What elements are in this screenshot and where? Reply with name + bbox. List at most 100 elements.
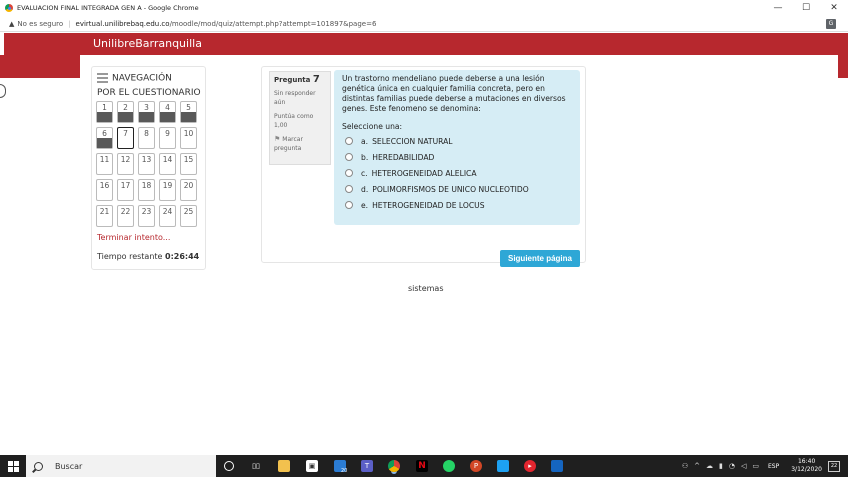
- quiz-nav-button[interactable]: 19: [159, 179, 176, 201]
- quiz-nav-button[interactable]: 12: [117, 153, 134, 175]
- quiz-nav-number: 8: [144, 129, 149, 138]
- flag-icon[interactable]: ⚑: [274, 135, 280, 144]
- answer-radio[interactable]: [345, 137, 353, 145]
- window-controls: — ☐ ✕: [764, 0, 848, 16]
- answer-letter: d.: [361, 184, 369, 194]
- answer-option[interactable]: a. SELECCION NATURAL: [342, 133, 572, 149]
- twitter-icon[interactable]: [497, 460, 509, 472]
- answer-radio[interactable]: [345, 201, 353, 209]
- quiz-nav-button[interactable]: 7: [117, 127, 134, 149]
- side-panel-handle[interactable]: [0, 84, 6, 98]
- answer-text[interactable]: HETEROGENEIDAD DE LOCUS: [372, 201, 484, 210]
- chrome-icon: [5, 4, 13, 12]
- quiz-nav-button[interactable]: 24: [159, 205, 176, 227]
- quiz-nav-button[interactable]: 4: [159, 101, 176, 123]
- answer-letter: a.: [361, 136, 369, 146]
- quiz-nav-button[interactable]: 15: [180, 153, 197, 175]
- answer-text[interactable]: POLIMORFISMOS DE UNICO NUCLEOTIDO: [372, 185, 529, 194]
- quiz-nav-button[interactable]: 1: [96, 101, 113, 123]
- answer-text[interactable]: HEREDABILIDAD: [372, 153, 434, 162]
- address-separator: |: [68, 19, 71, 28]
- answer-option[interactable]: b. HEREDABILIDAD: [342, 149, 572, 165]
- footer-text: sistemas: [408, 284, 444, 293]
- chrome-taskbar-icon[interactable]: [388, 460, 400, 472]
- quiz-nav-button[interactable]: 10: [180, 127, 197, 149]
- whatsapp-icon[interactable]: [443, 460, 455, 472]
- quiz-nav-button[interactable]: 6: [96, 127, 113, 149]
- url-text[interactable]: evirtual.unilibrebaq.edu.co/moodle/mod/q…: [76, 20, 377, 28]
- quiz-nav-button[interactable]: 23: [138, 205, 155, 227]
- teams-icon[interactable]: T: [361, 460, 373, 472]
- taskbar-search[interactable]: Buscar: [26, 455, 216, 477]
- youtube-icon[interactable]: ▸: [524, 460, 536, 472]
- store-icon[interactable]: ▣: [306, 460, 318, 472]
- answer-radio[interactable]: [345, 153, 353, 161]
- powerpoint-icon[interactable]: P: [470, 460, 482, 472]
- quiz-nav-button[interactable]: 22: [117, 205, 134, 227]
- insecure-label[interactable]: No es seguro: [17, 20, 63, 28]
- close-button[interactable]: ✕: [820, 0, 848, 16]
- quiz-nav-number: 16: [99, 181, 110, 190]
- cortana-icon[interactable]: [224, 461, 234, 471]
- notifications-icon[interactable]: 22: [828, 460, 840, 472]
- warning-triangle-icon[interactable]: ▲: [9, 20, 14, 28]
- hamburger-icon[interactable]: [97, 71, 108, 85]
- address-bar[interactable]: ▲ No es seguro | evirtual.unilibrebaq.ed…: [0, 16, 848, 32]
- volume-icon[interactable]: ◁: [741, 462, 746, 470]
- quiz-nav-button[interactable]: 11: [96, 153, 113, 175]
- next-page-button[interactable]: Siguiente página: [500, 250, 580, 267]
- finish-attempt-link[interactable]: Terminar intento...: [97, 233, 170, 242]
- mail-icon[interactable]: 20: [334, 460, 347, 474]
- quiz-nav-button[interactable]: 16: [96, 179, 113, 201]
- quiz-navigation-title: NAVEGACIÓN POR EL CUESTIONARIO: [97, 71, 201, 100]
- question-card: Pregunta 7 Sin responder aún Puntúa como…: [261, 66, 586, 267]
- keyboard-icon[interactable]: ▭: [752, 462, 759, 470]
- file-explorer-icon[interactable]: [278, 460, 290, 472]
- quiz-nav-button[interactable]: 14: [159, 153, 176, 175]
- netflix-icon[interactable]: N: [416, 460, 428, 472]
- time-remaining-value: 0:26:44: [165, 252, 200, 261]
- maximize-button[interactable]: ☐: [792, 0, 820, 16]
- window-titlebar: EVALUACION FINAL INTEGRADA GEN A - Googl…: [0, 0, 848, 16]
- taskbar-clock[interactable]: 16:40 3/12/2020: [791, 458, 822, 474]
- quiz-nav-button[interactable]: 9: [159, 127, 176, 149]
- task-view-icon[interactable]: ▯▯: [250, 460, 262, 472]
- input-language[interactable]: ESP: [768, 463, 779, 470]
- quiz-nav-button[interactable]: 3: [138, 101, 155, 123]
- network-icon[interactable]: ◔: [729, 462, 735, 470]
- windows-start-icon[interactable]: [8, 461, 19, 472]
- app-icon[interactable]: [551, 460, 563, 472]
- quiz-nav-button[interactable]: 17: [117, 179, 134, 201]
- quiz-nav-button[interactable]: 25: [180, 205, 197, 227]
- quiz-nav-number: 9: [165, 129, 170, 138]
- mail-badge: 20: [341, 468, 348, 474]
- answer-radio[interactable]: [345, 185, 353, 193]
- answer-option[interactable]: d. POLIMORFISMOS DE UNICO NUCLEOTIDO: [342, 181, 572, 197]
- flag-question-toggle[interactable]: ⚑ Marcar pregunta: [274, 135, 326, 153]
- quiz-nav-button[interactable]: 18: [138, 179, 155, 201]
- translate-icon[interactable]: G: [826, 19, 836, 29]
- answer-option[interactable]: e. HETEROGENEIDAD DE LOCUS: [342, 197, 572, 213]
- quiz-nav-button[interactable]: 13: [138, 153, 155, 175]
- quiz-nav-button[interactable]: 8: [138, 127, 155, 149]
- answer-text[interactable]: SELECCION NATURAL: [372, 137, 452, 146]
- show-hidden-icons[interactable]: ^: [694, 462, 700, 470]
- answer-text[interactable]: HETEROGENEIDAD ALELICA: [372, 169, 477, 178]
- quiz-nav-button[interactable]: 21: [96, 205, 113, 227]
- question-state: Sin responder aún: [274, 90, 316, 106]
- answer-options: a. SELECCION NATURAL b. HEREDABILIDAD c. HETE…: [342, 133, 572, 213]
- battery-icon[interactable]: ▮: [719, 462, 723, 470]
- site-brand[interactable]: UnilibreBarranquilla: [93, 37, 202, 50]
- system-tray: ⚇ ^ ☁ ▮ ◔ ◁ ▭ ESP 16:40 3/12/2020 22: [679, 455, 848, 477]
- quiz-nav-button[interactable]: 2: [117, 101, 134, 123]
- quiz-nav-button[interactable]: 5: [180, 101, 197, 123]
- answered-indicator: [118, 112, 133, 122]
- minimize-button[interactable]: —: [764, 0, 792, 16]
- people-icon[interactable]: ⚇: [682, 462, 688, 470]
- answer-prompt: Seleccione una:: [342, 122, 403, 131]
- answer-radio[interactable]: [345, 169, 353, 177]
- answer-letter: e.: [361, 200, 369, 210]
- quiz-nav-button[interactable]: 20: [180, 179, 197, 201]
- answer-option[interactable]: c. HETEROGENEIDAD ALELICA: [342, 165, 572, 181]
- cloud-icon[interactable]: ☁: [706, 462, 713, 470]
